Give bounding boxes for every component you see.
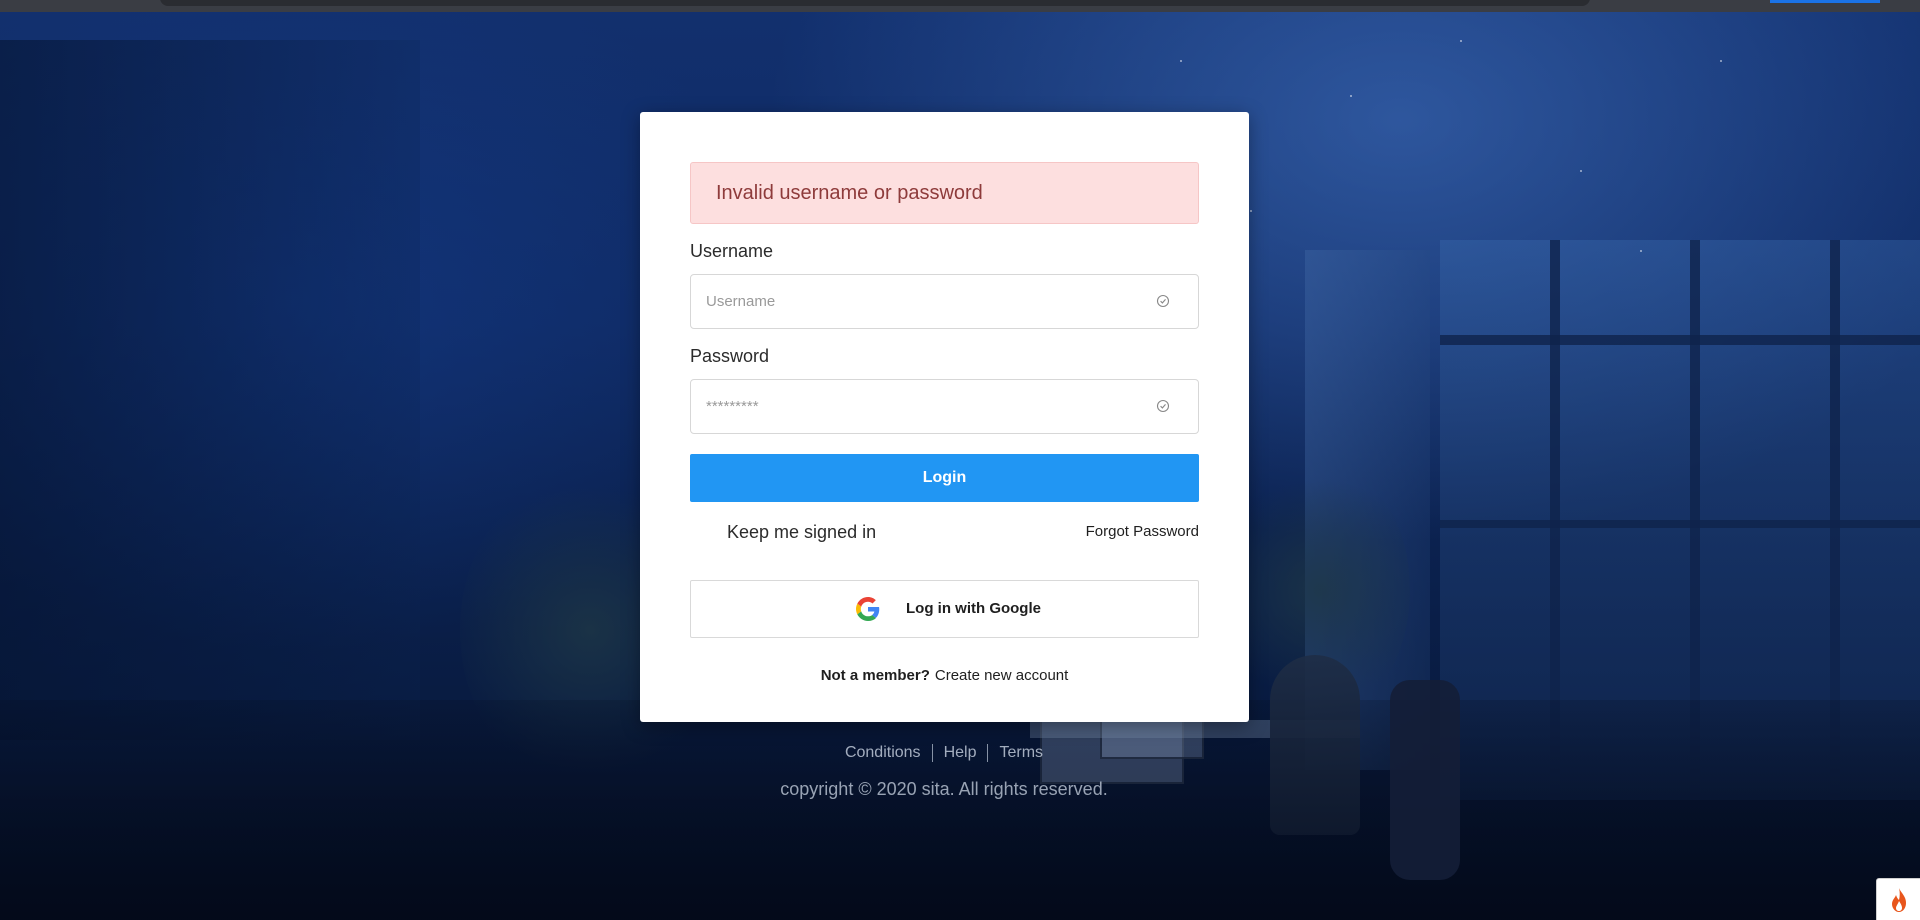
corner-widget[interactable] [1876,878,1920,920]
keep-signed-in-checkbox[interactable]: Keep me signed in [727,522,876,543]
footer-link-help[interactable]: Help [933,744,988,761]
check-circle-icon [1156,294,1170,308]
error-alert-text: Invalid username or password [716,182,983,204]
password-input[interactable] [691,380,1146,433]
google-icon [856,597,880,621]
fire-icon [1892,888,1906,912]
copyright-text: copyright © 2020 sita. All rights reserv… [780,779,1108,799]
error-alert: Invalid username or password [690,162,1199,224]
create-account-link[interactable]: Create new account [935,667,1068,684]
login-card: Invalid username or password Username Pa… [640,112,1249,722]
signup-row: Not a member? Create new account [640,667,1249,684]
browser-top-strip [0,0,1920,12]
footer-links: Conditions Help Terms [0,744,1888,762]
google-login-label: Log in with Google [906,600,1041,617]
footer-link-conditions[interactable]: Conditions [834,744,932,761]
username-field-wrap [690,274,1199,329]
password-label: Password [690,346,770,366]
address-bar-edge [160,0,1590,6]
username-label: Username [690,241,774,261]
not-member-text: Not a member? [820,667,930,684]
google-login-button[interactable]: Log in with Google [690,580,1199,638]
browser-accent-strip [1770,0,1880,3]
check-circle-icon [1156,399,1170,413]
footer-link-terms[interactable]: Terms [988,744,1054,761]
bg-wall [0,40,420,740]
password-field-wrap [690,379,1199,434]
forgot-password-link[interactable]: Forgot Password [1086,523,1199,540]
bg-floor [0,700,1920,920]
username-input[interactable] [691,275,1146,328]
login-button[interactable]: Login [690,454,1199,502]
